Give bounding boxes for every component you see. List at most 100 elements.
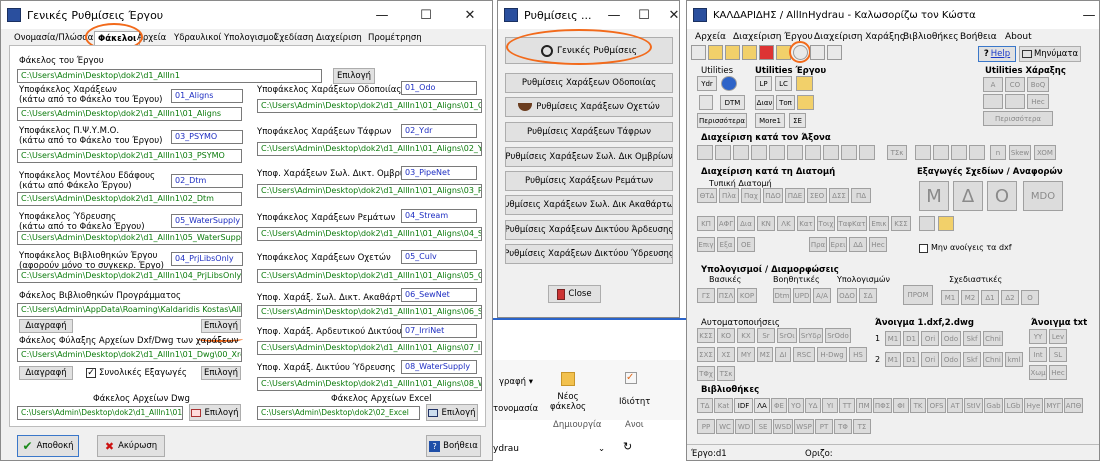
- section-btn-dia[interactable]: Δια: [737, 216, 755, 231]
- bars-icon[interactable]: [827, 45, 842, 60]
- irrinet-name-field[interactable]: 07_IrriNet: [401, 324, 477, 338]
- align-boq-button[interactable]: BoQ: [1027, 77, 1049, 92]
- maximize-button[interactable]: ☐: [629, 1, 659, 29]
- align-more-button[interactable]: Περισσότερα: [983, 111, 1053, 126]
- txt-lev-button[interactable]: Lev: [1049, 329, 1067, 344]
- auto-tsk-button[interactable]: ΤΣκ: [717, 366, 735, 381]
- new-file-icon[interactable]: [691, 45, 706, 60]
- save-icon[interactable]: [742, 45, 757, 60]
- axis-icon-1[interactable]: [697, 145, 713, 160]
- section-btn-tafkat[interactable]: ΤαφΚατ: [837, 216, 867, 231]
- section-btn-epig[interactable]: Επιγ: [697, 237, 715, 252]
- help-button[interactable]: ? Βοήθεια: [426, 435, 481, 457]
- lib1-19[interactable]: ΜΥΓ: [1044, 398, 1063, 413]
- globe-icon[interactable]: [721, 76, 737, 91]
- lib2-3[interactable]: SE: [754, 419, 772, 434]
- minimize-button[interactable]: —: [1079, 1, 1099, 29]
- section-btn-dss[interactable]: ΔΣΣ: [829, 188, 849, 203]
- lib1-3[interactable]: ΛΑ: [754, 398, 770, 413]
- section-btn-seo[interactable]: ΣΕΟ: [807, 188, 827, 203]
- culv-name-field[interactable]: 05_Culv: [401, 250, 477, 264]
- align-hec-button[interactable]: Hec: [1027, 94, 1049, 109]
- axis-icon-13[interactable]: [951, 145, 967, 160]
- menu-files[interactable]: Αρχεία: [695, 32, 726, 42]
- section-btn-pax[interactable]: Παχ: [741, 188, 761, 203]
- road-settings-button[interactable]: Ρυθμίσεις Χαράξεων Οδοποιίας: [505, 73, 673, 93]
- txt-xom-button[interactable]: Χωμ: [1029, 365, 1047, 380]
- calc-gs-button[interactable]: ΓΣ: [697, 288, 715, 303]
- lib1-11[interactable]: ΦΙ: [893, 398, 909, 413]
- section-btn-kat[interactable]: Κατ: [797, 216, 815, 231]
- calc-aa-button[interactable]: Α/Α: [813, 288, 831, 303]
- section-btn-pla[interactable]: Πλα: [719, 188, 739, 203]
- txt-hec-button[interactable]: Hec: [1049, 365, 1067, 380]
- section-btn-kss[interactable]: ΚΣΣ: [891, 216, 911, 231]
- project-folder-select-button[interactable]: Επιλογή: [333, 68, 375, 84]
- axis-icon-9[interactable]: [841, 145, 857, 160]
- calc-psl-button[interactable]: ΠΣΛ: [717, 288, 735, 303]
- lp-button[interactable]: LP: [755, 76, 772, 91]
- settings-gear-icon[interactable]: [793, 45, 808, 60]
- open2-kml-button[interactable]: kml: [1005, 352, 1023, 367]
- psymo-name-field[interactable]: 03_PSYMO: [171, 130, 243, 144]
- lib2-2[interactable]: WD: [735, 419, 753, 434]
- combined-exports-checkbox[interactable]: ✓: [86, 368, 96, 378]
- dwg-folder-field[interactable]: C:\Users\Admin\Desktop\dok2\d1_AllIn1\01…: [17, 406, 183, 420]
- export-o-button[interactable]: Ο: [987, 181, 1017, 211]
- lib1-6[interactable]: ΥΔ: [805, 398, 821, 413]
- tab-files[interactable]: Αρχεία: [134, 31, 169, 45]
- explorer-refresh-icon[interactable]: ↻: [623, 441, 632, 452]
- general-settings-titlebar[interactable]: Γενικές Ρυθμίσεις Έργου — ☐ ✕: [1, 1, 492, 29]
- lib2-5[interactable]: WSP: [794, 419, 814, 434]
- lib1-8[interactable]: ΤΤ: [839, 398, 855, 413]
- txt-int-button[interactable]: Int: [1029, 347, 1047, 362]
- watersupply-align-name-field[interactable]: 08_WaterSupply: [401, 360, 477, 374]
- calc-dtm-button[interactable]: Dtm: [773, 288, 791, 303]
- export-settings-icon[interactable]: [919, 216, 935, 231]
- odo-name-field[interactable]: 01_Odo: [401, 81, 477, 95]
- lib1-13[interactable]: ΟFS: [927, 398, 946, 413]
- axis-icon-3[interactable]: [733, 145, 749, 160]
- prog-lib-delete-button[interactable]: Διαγραφή: [19, 319, 73, 333]
- open1-m1-button[interactable]: M1: [885, 331, 901, 346]
- minimize-button[interactable]: —: [599, 1, 629, 29]
- maximize-button[interactable]: ☐: [404, 1, 448, 29]
- project-folder-field[interactable]: C:\Users\Admin\Desktop\dok2\d1_AllIn1: [17, 69, 322, 83]
- folder-util-2-icon[interactable]: [797, 95, 814, 110]
- menu-about[interactable]: About: [1005, 32, 1032, 42]
- section-btn-pd[interactable]: ΠΔ: [851, 188, 871, 203]
- menu-libraries[interactable]: Βιβλιοθήκες: [903, 32, 959, 42]
- irrinet-path-field[interactable]: C:\Users\Admin\Desktop\dok2\d1_AllIn1\01…: [257, 341, 482, 355]
- lib1-7[interactable]: ΥΙ: [822, 398, 838, 413]
- explorer-rename[interactable]: τονομασία: [493, 404, 538, 414]
- lib1-14[interactable]: ΑΤ: [947, 398, 963, 413]
- section-btn-epik[interactable]: Επικ: [869, 216, 889, 231]
- culvert-settings-button[interactable]: Ρυθμίσεις Χαράξεων Οχετών: [505, 97, 673, 117]
- section-btn-afg[interactable]: ΑΦΓ: [717, 216, 735, 231]
- open1-d1-button[interactable]: D1: [903, 331, 919, 346]
- lib1-12[interactable]: ΤΚ: [910, 398, 926, 413]
- calc-prom-button[interactable]: ΠΡΟΜ: [903, 285, 933, 305]
- section-btn-hec[interactable]: Hec: [869, 237, 887, 252]
- no-dxf-checkbox[interactable]: [919, 244, 928, 253]
- lib2-8[interactable]: ΤΣ: [853, 419, 871, 434]
- axis-icon-12[interactable]: [933, 145, 949, 160]
- prog-lib-field[interactable]: C:\Users\Admin\AppData\Roaming\Kaldaridi…: [17, 303, 242, 317]
- section-btn-toix[interactable]: Τοιχ: [817, 216, 835, 231]
- section-btn-pde[interactable]: ΠΔΕ: [785, 188, 805, 203]
- axis-icon-11[interactable]: [915, 145, 931, 160]
- explorer-graph[interactable]: γραφή ▾: [499, 377, 533, 387]
- section-btn-lk[interactable]: ΛΚ: [777, 216, 795, 231]
- general-settings-button[interactable]: Γενικές Ρυθμίσεις: [505, 37, 673, 64]
- auto-ko-button[interactable]: ΚΟ: [717, 328, 735, 343]
- storm-settings-button[interactable]: Ρυθμίσεις Χαράξεων Σωλ. Δικ Ομβρίων: [505, 147, 673, 167]
- minimize-button[interactable]: —: [360, 1, 404, 29]
- dtm-button[interactable]: DTM: [720, 95, 745, 110]
- watersupply-name-field[interactable]: 05_WaterSupply: [171, 214, 243, 228]
- se-button[interactable]: ΣΕ: [789, 113, 806, 128]
- lib1-1[interactable]: Kat: [714, 398, 733, 413]
- tab-naming[interactable]: Ονομασία/Πλώσσα: [11, 31, 96, 45]
- ydr-name-field[interactable]: 02_Ydr: [401, 124, 477, 138]
- calc-upd-button[interactable]: UPD: [793, 288, 811, 303]
- aligns-path-field[interactable]: C:\Users\Admin\Desktop\dok2\d1_AllIn1\01…: [17, 107, 242, 121]
